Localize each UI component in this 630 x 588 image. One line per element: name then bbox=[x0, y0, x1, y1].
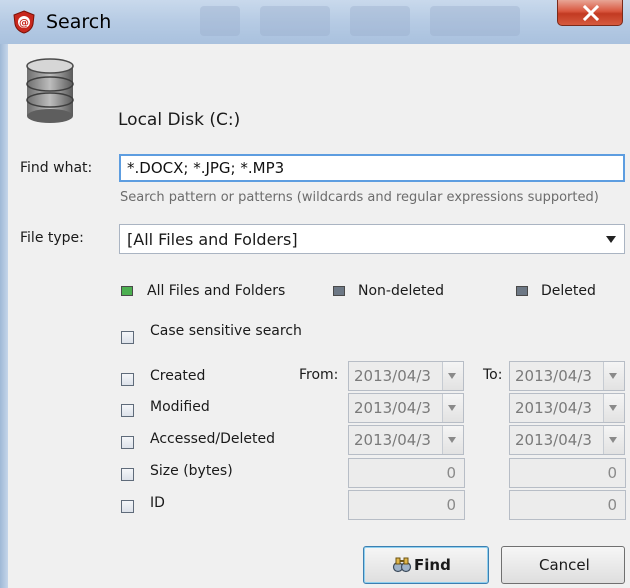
date-value: 2013/04/3 bbox=[354, 431, 431, 449]
file-type-label: File type: bbox=[20, 230, 84, 246]
created-label: Created bbox=[150, 368, 206, 384]
close-icon bbox=[582, 5, 600, 21]
size-from-input[interactable]: 0 bbox=[348, 458, 465, 488]
number-value: 0 bbox=[607, 496, 617, 514]
chevron-down-icon bbox=[448, 437, 456, 443]
chevron-down-icon[interactable] bbox=[606, 236, 616, 243]
chevron-down-icon bbox=[448, 405, 456, 411]
id-to-input[interactable]: 0 bbox=[509, 490, 626, 520]
find-button[interactable]: Find bbox=[363, 546, 489, 584]
modified-to-date[interactable]: 2013/04/3 bbox=[509, 393, 625, 423]
modified-checkbox[interactable] bbox=[121, 404, 134, 417]
find-button-label: Find bbox=[414, 556, 451, 574]
find-what-hint: Search pattern or patterns (wildcards an… bbox=[120, 190, 599, 205]
from-label: From: bbox=[299, 367, 339, 383]
app-shield-icon: @ bbox=[13, 10, 35, 34]
created-from-date[interactable]: 2013/04/3 bbox=[348, 361, 464, 391]
window-title: Search bbox=[46, 11, 112, 33]
chevron-down-icon bbox=[609, 437, 617, 443]
cancel-button[interactable]: Cancel bbox=[501, 546, 625, 584]
find-what-input[interactable] bbox=[119, 154, 625, 182]
accessed-to-date[interactable]: 2013/04/3 bbox=[509, 425, 625, 455]
file-type-select[interactable]: [All Files and Folders] bbox=[119, 224, 625, 254]
chevron-down-icon bbox=[609, 405, 617, 411]
size-label: Size (bytes) bbox=[150, 463, 233, 479]
id-from-input[interactable]: 0 bbox=[348, 490, 465, 520]
filter-deleted-label: Deleted bbox=[541, 283, 596, 299]
date-dropdown-button[interactable] bbox=[442, 426, 463, 454]
chevron-down-icon bbox=[609, 373, 617, 379]
find-what-label: Find what: bbox=[20, 160, 93, 176]
gray-swatch-icon bbox=[333, 286, 345, 296]
case-sensitive-label: Case sensitive search bbox=[150, 323, 302, 339]
chevron-down-icon bbox=[448, 373, 456, 379]
date-dropdown-button[interactable] bbox=[442, 362, 463, 390]
cancel-button-label: Cancel bbox=[539, 556, 590, 574]
created-checkbox[interactable] bbox=[121, 373, 134, 386]
window-frame bbox=[0, 0, 8, 588]
titlebar-decoration bbox=[260, 6, 330, 36]
titlebar-decoration bbox=[350, 6, 410, 36]
date-dropdown-button[interactable] bbox=[603, 426, 624, 454]
date-dropdown-button[interactable] bbox=[603, 394, 624, 422]
modified-label: Modified bbox=[150, 399, 210, 415]
file-type-value: [All Files and Folders] bbox=[127, 230, 298, 249]
green-swatch-icon bbox=[121, 286, 133, 296]
gray-swatch-icon bbox=[516, 286, 528, 296]
date-value: 2013/04/3 bbox=[354, 399, 431, 417]
date-dropdown-button[interactable] bbox=[603, 362, 624, 390]
title-bar[interactable]: @ Search bbox=[0, 0, 630, 44]
date-value: 2013/04/3 bbox=[515, 399, 592, 417]
case-sensitive-checkbox[interactable] bbox=[121, 331, 134, 344]
date-dropdown-button[interactable] bbox=[442, 394, 463, 422]
size-checkbox[interactable] bbox=[121, 468, 134, 481]
number-value: 0 bbox=[446, 496, 456, 514]
date-value: 2013/04/3 bbox=[515, 431, 592, 449]
date-value: 2013/04/3 bbox=[354, 367, 431, 385]
created-to-date[interactable]: 2013/04/3 bbox=[509, 361, 625, 391]
number-value: 0 bbox=[607, 464, 617, 482]
accessed-from-date[interactable]: 2013/04/3 bbox=[348, 425, 464, 455]
id-label: ID bbox=[150, 495, 165, 511]
accessed-deleted-checkbox[interactable] bbox=[121, 436, 134, 449]
date-value: 2013/04/3 bbox=[515, 367, 592, 385]
accessed-deleted-label: Accessed/Deleted bbox=[150, 431, 276, 447]
size-to-input[interactable]: 0 bbox=[509, 458, 626, 488]
id-checkbox[interactable] bbox=[121, 500, 134, 513]
svg-text:@: @ bbox=[19, 18, 29, 29]
titlebar-decoration bbox=[200, 6, 240, 36]
search-binoculars-icon bbox=[392, 557, 412, 573]
titlebar-decoration bbox=[430, 6, 520, 36]
close-button[interactable] bbox=[557, 0, 623, 26]
database-disk-icon bbox=[26, 58, 74, 123]
filter-all-label: All Files and Folders bbox=[147, 283, 286, 299]
modified-from-date[interactable]: 2013/04/3 bbox=[348, 393, 464, 423]
to-label: To: bbox=[483, 367, 503, 383]
number-value: 0 bbox=[446, 464, 456, 482]
disk-label: Local Disk (C:) bbox=[118, 110, 241, 130]
filter-non-deleted-label: Non-deleted bbox=[358, 283, 444, 299]
